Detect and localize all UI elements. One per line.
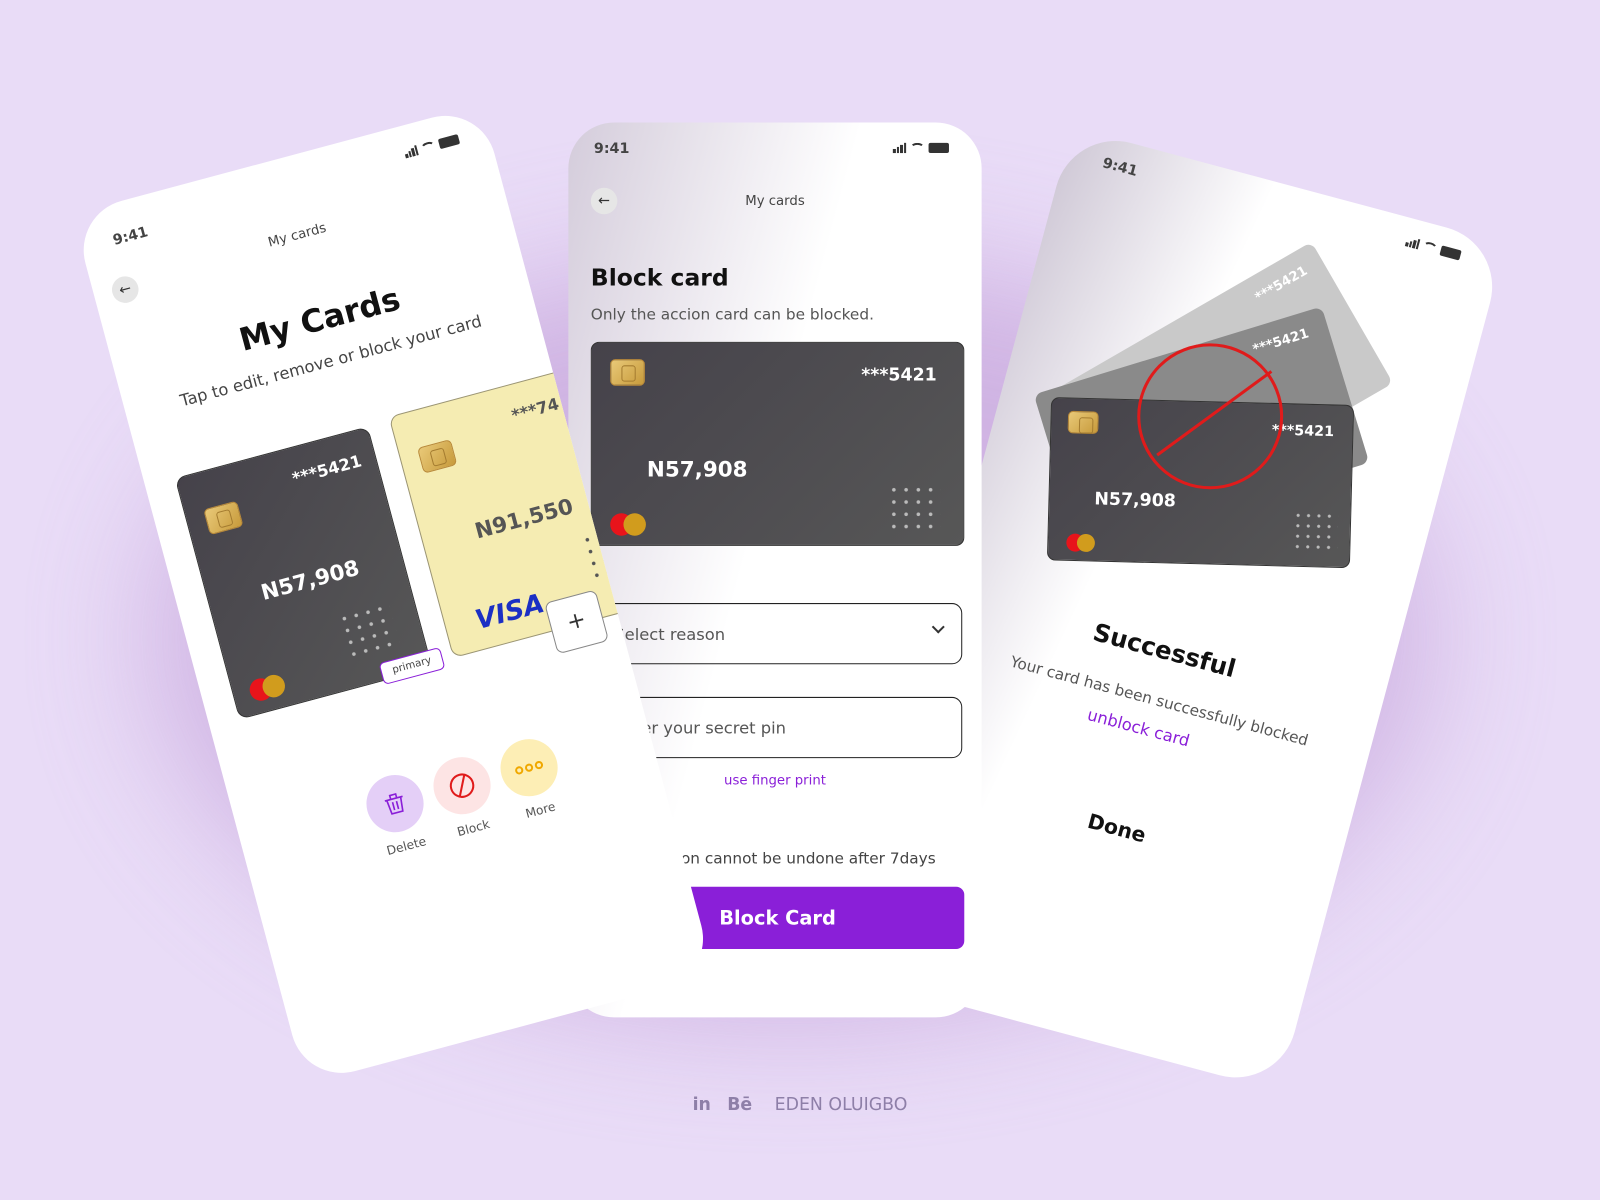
footer: in Bē EDEN OLUIGBO (0, 1095, 1600, 1115)
battery-icon (1439, 245, 1462, 261)
chevron-down-icon (931, 620, 945, 634)
chip-icon (610, 359, 645, 386)
blocked-icon (1137, 343, 1284, 490)
more-button[interactable] (494, 732, 565, 803)
card-balance: N57,908 (258, 555, 362, 606)
card-number: ***5421 (1252, 263, 1311, 306)
delete-button[interactable] (360, 768, 431, 839)
card-balance: N57,908 (1094, 489, 1177, 512)
block-label: Block (455, 816, 492, 840)
card-number: ***5421 (290, 451, 364, 489)
more-label: More (523, 799, 557, 821)
delete-label: Delete (385, 833, 428, 859)
chip-icon (203, 500, 244, 536)
card-number: ***74 (509, 393, 562, 426)
mastercard-logo (247, 672, 288, 704)
block-icon (449, 773, 475, 798)
status-icons (892, 142, 949, 154)
dots-pattern (336, 600, 401, 660)
page-title: Block card (590, 265, 729, 292)
signal-icon (892, 142, 907, 154)
battery-icon (437, 134, 461, 150)
wifi-icon (1421, 240, 1439, 255)
page-subtitle: Only the accion card can be blocked. (590, 305, 874, 324)
trash-icon (384, 792, 404, 815)
mastercard-logo (610, 513, 647, 536)
more-icon (515, 760, 544, 775)
status-icons (403, 134, 461, 159)
wifi-icon (420, 140, 437, 154)
behance-icon[interactable]: Bē (727, 1095, 752, 1115)
mastercard-logo (1066, 533, 1096, 553)
dots-pattern (1292, 510, 1339, 552)
card-balance: N91,550 (472, 493, 576, 544)
linkedin-icon[interactable]: in (693, 1095, 711, 1115)
wifi-icon (910, 142, 925, 153)
card-number: ***5421 (861, 365, 937, 386)
reason-placeholder: Select reason (614, 623, 726, 644)
battery-icon (928, 142, 949, 154)
author-name: EDEN OLUIGBO (774, 1094, 908, 1116)
signal-icon (1404, 236, 1421, 250)
visa-logo: VISA (472, 588, 548, 637)
block-button[interactable] (427, 750, 498, 821)
status-time: 9:41 (593, 140, 630, 158)
chip-icon (417, 439, 458, 474)
status-time: 9:41 (111, 223, 150, 249)
selected-card: ***5421 N57,908 (590, 341, 965, 546)
nav-title: My cards (745, 193, 805, 210)
card-balance: N57,908 (646, 457, 748, 482)
dots-pattern (887, 483, 941, 531)
chip-icon (1067, 410, 1099, 435)
status-icons (1404, 236, 1462, 261)
reason-select[interactable]: Select reason (590, 603, 963, 665)
status-time: 9:41 (1100, 155, 1140, 181)
signal-icon (403, 145, 419, 159)
